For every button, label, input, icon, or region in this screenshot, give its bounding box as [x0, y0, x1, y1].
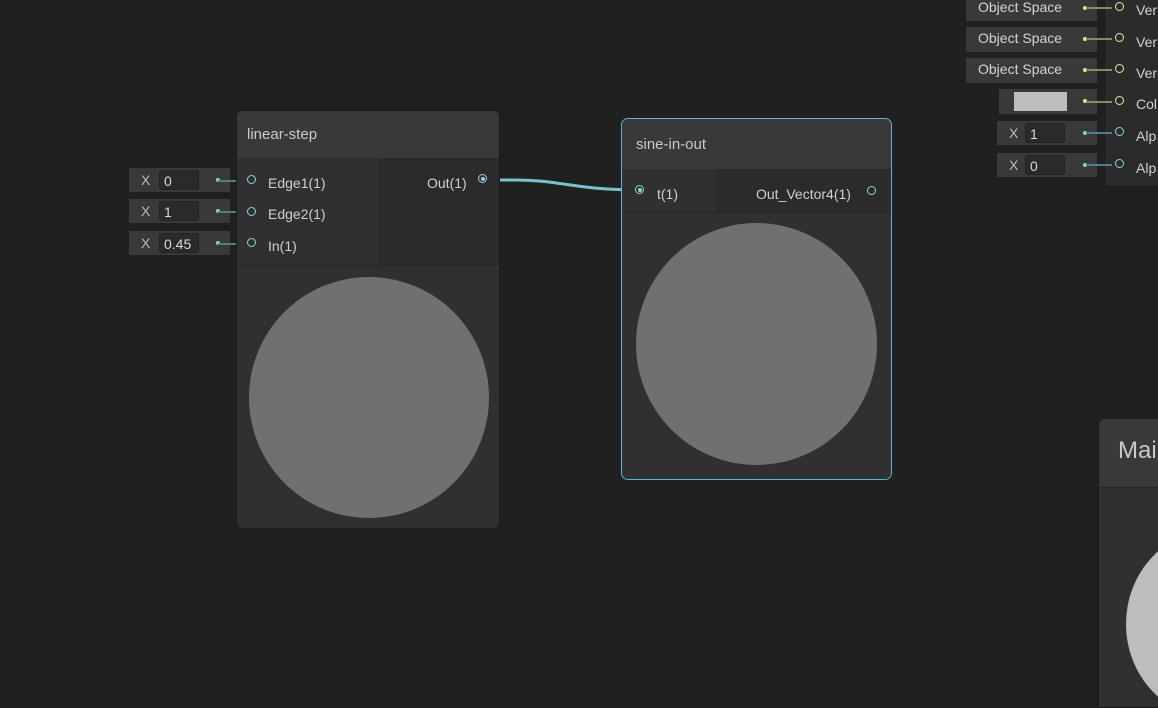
node-title[interactable]: linear-step [237, 111, 499, 158]
axis-label: X [141, 235, 151, 251]
master-ports-panel [1104, 0, 1158, 187]
node-title[interactable]: Mai [1099, 419, 1158, 487]
edge1-port[interactable] [247, 175, 256, 184]
vertex-position-port[interactable] [1115, 2, 1124, 11]
axis-label: X [1009, 157, 1019, 173]
edge2-value[interactable]: 1 [159, 201, 199, 221]
out-label: Out(1) [427, 175, 467, 191]
t-port[interactable] [635, 185, 644, 194]
master-node[interactable]: Mai [1098, 418, 1158, 708]
vertex-normal-port[interactable] [1115, 33, 1124, 42]
field-link [1086, 164, 1112, 166]
vertex-normal-label: Ver [1136, 34, 1158, 50]
in-value[interactable]: 0.45 [159, 233, 199, 253]
space-dropdown-label[interactable]: Object Space [978, 61, 1062, 77]
vertex-tangent-label: Ver [1136, 65, 1158, 81]
alpha-clip-label: Alp [1136, 160, 1157, 176]
field-link [1086, 132, 1112, 134]
field-link [1086, 7, 1112, 9]
vertex-tangent-port[interactable] [1115, 64, 1124, 73]
preview-circle [249, 277, 489, 518]
in-port[interactable] [247, 238, 256, 247]
color-swatch[interactable] [1014, 92, 1067, 111]
vertex-tangent-space-field[interactable]: Object Space [966, 58, 1097, 83]
out-vector4-port[interactable] [867, 186, 876, 195]
alpha-field[interactable]: X 1 [997, 121, 1097, 145]
edge1-value[interactable]: 0 [159, 170, 199, 190]
edge2-label: Edge2(1) [268, 206, 326, 222]
field-link [1086, 38, 1112, 40]
vertex-position-space-field[interactable]: Object Space [966, 0, 1097, 21]
color-port[interactable] [1115, 96, 1124, 105]
linear-step-node[interactable]: linear-step [236, 110, 500, 529]
edge2-input-field[interactable]: X 1 [129, 199, 230, 223]
axis-label: X [141, 172, 151, 188]
vertex-normal-space-field[interactable]: Object Space [966, 27, 1097, 52]
alpha-value[interactable]: 1 [1025, 123, 1065, 143]
edge1-input-field[interactable]: X 0 [129, 168, 230, 192]
color-field[interactable] [999, 89, 1097, 114]
axis-label: X [1009, 125, 1019, 141]
alpha-port[interactable] [1115, 127, 1124, 136]
alpha-clip-value[interactable]: 0 [1025, 155, 1065, 175]
alpha-clip-field[interactable]: X 0 [997, 153, 1097, 177]
space-dropdown-label[interactable]: Object Space [978, 0, 1062, 15]
alpha-clip-port[interactable] [1115, 159, 1124, 168]
sine-in-out-node[interactable]: sine-in-out [621, 118, 892, 480]
edge1-label: Edge1(1) [268, 175, 326, 191]
in-input-field[interactable]: X 0.45 [129, 231, 230, 255]
t-label: t(1) [657, 186, 678, 202]
color-label: Col [1136, 96, 1158, 112]
in-label: In(1) [268, 238, 297, 254]
connection-wire[interactable] [0, 0, 1158, 696]
preview-circle [636, 223, 877, 465]
node-title[interactable]: sine-in-out [622, 119, 891, 169]
axis-label: X [141, 203, 151, 219]
out-vector4-label: Out_Vector4(1) [756, 186, 851, 202]
field-link [1086, 101, 1112, 103]
edge2-port[interactable] [247, 207, 256, 216]
out-port[interactable] [478, 174, 487, 183]
vertex-position-label: Ver [1136, 2, 1158, 18]
field-link [1086, 69, 1112, 71]
alpha-label: Alp [1136, 128, 1157, 144]
space-dropdown-label[interactable]: Object Space [978, 30, 1062, 46]
